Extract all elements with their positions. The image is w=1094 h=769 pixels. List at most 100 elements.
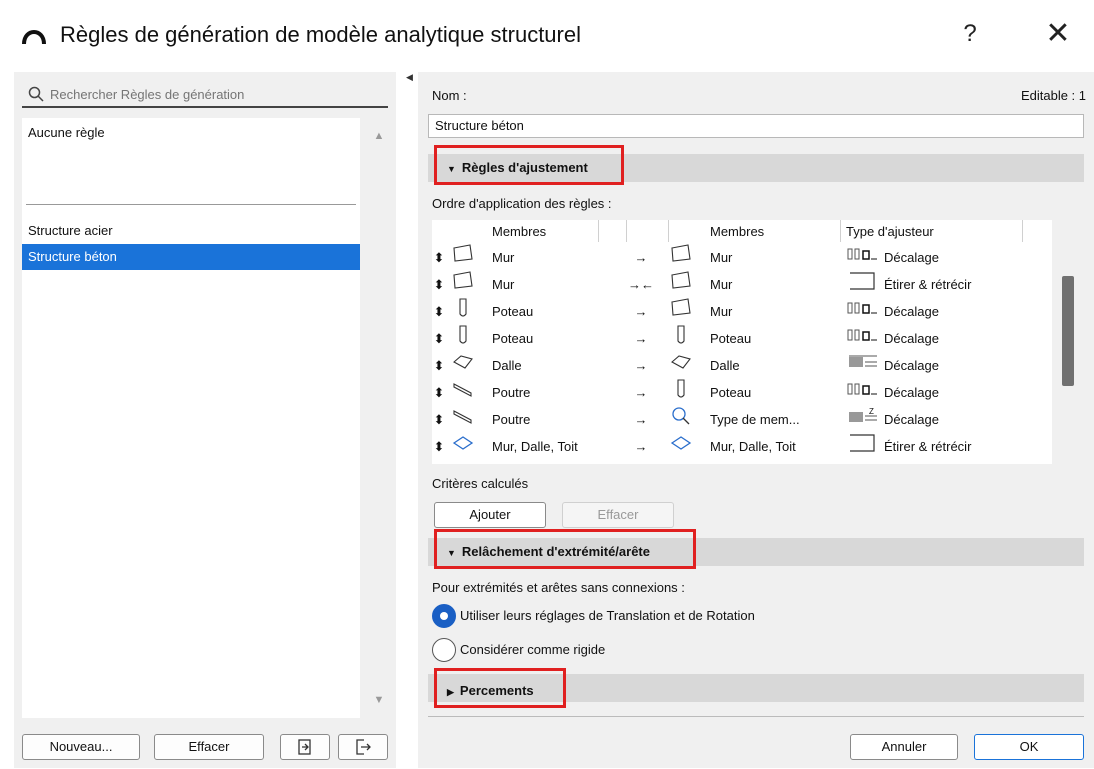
add-button[interactable]: Ajouter bbox=[434, 502, 546, 528]
table-row[interactable]: ⬍ Poutre → Type de mem... Z Décalage bbox=[432, 406, 1052, 433]
ok-button[interactable]: OK bbox=[974, 734, 1084, 760]
section-release-header[interactable]: ▼ Relâchement d'extrémité/arête bbox=[434, 529, 696, 569]
beam-icon bbox=[450, 406, 476, 433]
wall-icon bbox=[450, 271, 476, 298]
name-input[interactable]: Structure béton bbox=[428, 114, 1084, 138]
reorder-handle-icon[interactable]: ⬍ bbox=[432, 298, 446, 325]
left-member-cell: Poutre bbox=[492, 385, 531, 400]
cancel-button[interactable]: Annuler bbox=[850, 734, 958, 760]
collapse-panel-icon[interactable]: ◀ bbox=[406, 72, 414, 82]
adjuster-type-cell: Étirer & rétrécir bbox=[884, 277, 972, 292]
stretch-icon bbox=[846, 433, 880, 460]
list-divider bbox=[26, 204, 356, 205]
title-bar: Règles de génération de modèle analytiqu… bbox=[0, 0, 1094, 70]
section-openings-bar[interactable]: ▶ Percements bbox=[428, 668, 1084, 708]
rules-list[interactable]: Aucune règle Structure acier Structure b… bbox=[22, 118, 360, 718]
column-separator bbox=[598, 220, 599, 242]
reorder-handle-icon[interactable]: ⬍ bbox=[432, 271, 446, 298]
section-adjust-header[interactable]: ▼ Règles d'ajustement bbox=[434, 145, 624, 185]
reorder-handle-icon[interactable]: ⬍ bbox=[432, 433, 446, 460]
member-type-icon bbox=[668, 406, 694, 433]
list-item-no-rule[interactable]: Aucune règle bbox=[22, 120, 360, 146]
section-openings-header[interactable]: ▶ Percements bbox=[434, 668, 566, 708]
import-button[interactable] bbox=[280, 734, 330, 760]
export-button[interactable] bbox=[338, 734, 388, 760]
z-offset-icon: Z bbox=[846, 406, 880, 433]
wall-icon bbox=[450, 244, 476, 271]
radio-unchecked-icon[interactable] bbox=[432, 638, 456, 662]
direction-arrow-icon: → bbox=[634, 439, 648, 454]
radio-use-settings[interactable]: Utiliser leurs réglages de Translation e… bbox=[432, 604, 852, 628]
table-row[interactable]: ⬍ Poteau → Mur Décalage bbox=[432, 298, 1052, 325]
table-scrollbar[interactable] bbox=[1062, 276, 1074, 386]
adjuster-type-cell: Décalage bbox=[884, 331, 939, 346]
left-member-cell: Poutre bbox=[492, 412, 531, 427]
direction-arrow-icon: → bbox=[634, 358, 648, 373]
direction-arrow-icon: → bbox=[634, 304, 648, 319]
reorder-handle-icon[interactable]: ⬍ bbox=[432, 352, 446, 379]
radio-rigid-label: Considérer comme rigide bbox=[460, 642, 606, 657]
rule-settings-panel: Nom : Editable : 1 Structure béton ▼ Règl… bbox=[418, 72, 1094, 768]
left-member-cell: Poteau bbox=[492, 331, 534, 346]
search-box[interactable] bbox=[22, 82, 388, 108]
radio-use-label: Utiliser leurs réglages de Translation e… bbox=[460, 608, 755, 623]
reorder-handle-icon[interactable]: ⬍ bbox=[432, 244, 446, 271]
multi-icon bbox=[450, 433, 476, 460]
column-separator bbox=[626, 220, 627, 242]
slab-icon bbox=[450, 352, 476, 379]
multi-icon bbox=[668, 433, 694, 460]
table-row[interactable]: ⬍ Dalle → Dalle Décalage bbox=[432, 352, 1052, 379]
adjuster-type-cell: Décalage bbox=[884, 385, 939, 400]
import-icon bbox=[298, 739, 311, 755]
table-row[interactable]: ⬍ Poutre → Poteau Décalage bbox=[432, 379, 1052, 406]
offset-icon bbox=[846, 379, 880, 406]
expanded-triangle-icon: ▼ bbox=[447, 547, 456, 558]
section-adjust-bar[interactable]: ▼ Règles d'ajustement bbox=[428, 145, 1084, 185]
table-row[interactable]: ⬍ Mur → Mur Décalage bbox=[432, 244, 1052, 271]
direction-arrow-icon: → bbox=[634, 412, 648, 427]
left-member-cell: Mur bbox=[492, 250, 515, 265]
delete-button[interactable]: Effacer bbox=[154, 734, 264, 760]
slab-icon bbox=[668, 352, 694, 379]
name-label: Nom : bbox=[432, 88, 467, 103]
left-member-cell: Mur, Dalle, Toit bbox=[492, 439, 578, 454]
right-member-cell: Poteau bbox=[710, 331, 752, 346]
left-member-cell: Dalle bbox=[492, 358, 522, 373]
list-item-steel[interactable]: Structure acier bbox=[22, 218, 360, 244]
reorder-handle-icon[interactable]: ⬍ bbox=[432, 325, 446, 352]
reorder-handle-icon[interactable]: ⬍ bbox=[432, 379, 446, 406]
right-member-cell: Mur bbox=[710, 277, 733, 292]
right-member-cell: Mur bbox=[710, 304, 733, 319]
offset-icon bbox=[846, 325, 880, 352]
column-icon bbox=[450, 298, 476, 325]
column-icon bbox=[450, 325, 476, 352]
column-separator bbox=[1022, 220, 1023, 242]
adjuster-type-cell: Décalage bbox=[884, 250, 939, 265]
reorder-handle-icon[interactable]: ⬍ bbox=[432, 406, 446, 433]
clear-criteria-button[interactable]: Effacer bbox=[562, 502, 674, 528]
offset-icon bbox=[846, 244, 880, 271]
adjuster-type-cell: Décalage bbox=[884, 358, 939, 373]
search-input[interactable] bbox=[48, 84, 378, 104]
close-button[interactable]: ✕ bbox=[1038, 14, 1078, 54]
scroll-down-icon[interactable]: ▼ bbox=[372, 694, 386, 708]
adjuster-type-cell: Décalage bbox=[884, 304, 939, 319]
direction-arrow-icon: → bbox=[634, 385, 648, 400]
table-row[interactable]: ⬍ Mur →← Mur Étirer & rétrécir bbox=[432, 271, 1052, 298]
scroll-up-icon[interactable]: ▲ bbox=[372, 130, 386, 144]
help-button[interactable]: ? bbox=[950, 14, 990, 54]
radio-rigid[interactable]: Considérer comme rigide bbox=[432, 638, 732, 662]
section-adjust-title: Règles d'ajustement bbox=[461, 160, 588, 175]
window-title: Règles de génération de modèle analytiqu… bbox=[60, 22, 581, 47]
new-button[interactable]: Nouveau... bbox=[22, 734, 140, 760]
left-member-cell: Poteau bbox=[492, 304, 534, 319]
column-icon bbox=[668, 379, 694, 406]
table-row[interactable]: ⬍ Poteau → Poteau Décalage bbox=[432, 325, 1052, 352]
table-row[interactable]: ⬍ Mur, Dalle, Toit → Mur, Dalle, Toit Étirer… bbox=[432, 433, 1052, 460]
header-adjuster-type: Type d'ajusteur bbox=[846, 224, 934, 239]
rules-table[interactable]: Membres Membres Type d'ajusteur ⬍ Mur → Mur… bbox=[432, 220, 1052, 464]
section-release-bar[interactable]: ▼ Relâchement d'extrémité/arête bbox=[428, 529, 1084, 569]
radio-checked-icon[interactable] bbox=[432, 604, 456, 628]
list-item-concrete[interactable]: Structure béton bbox=[22, 244, 360, 270]
collapsed-triangle-icon: ▶ bbox=[447, 686, 454, 697]
